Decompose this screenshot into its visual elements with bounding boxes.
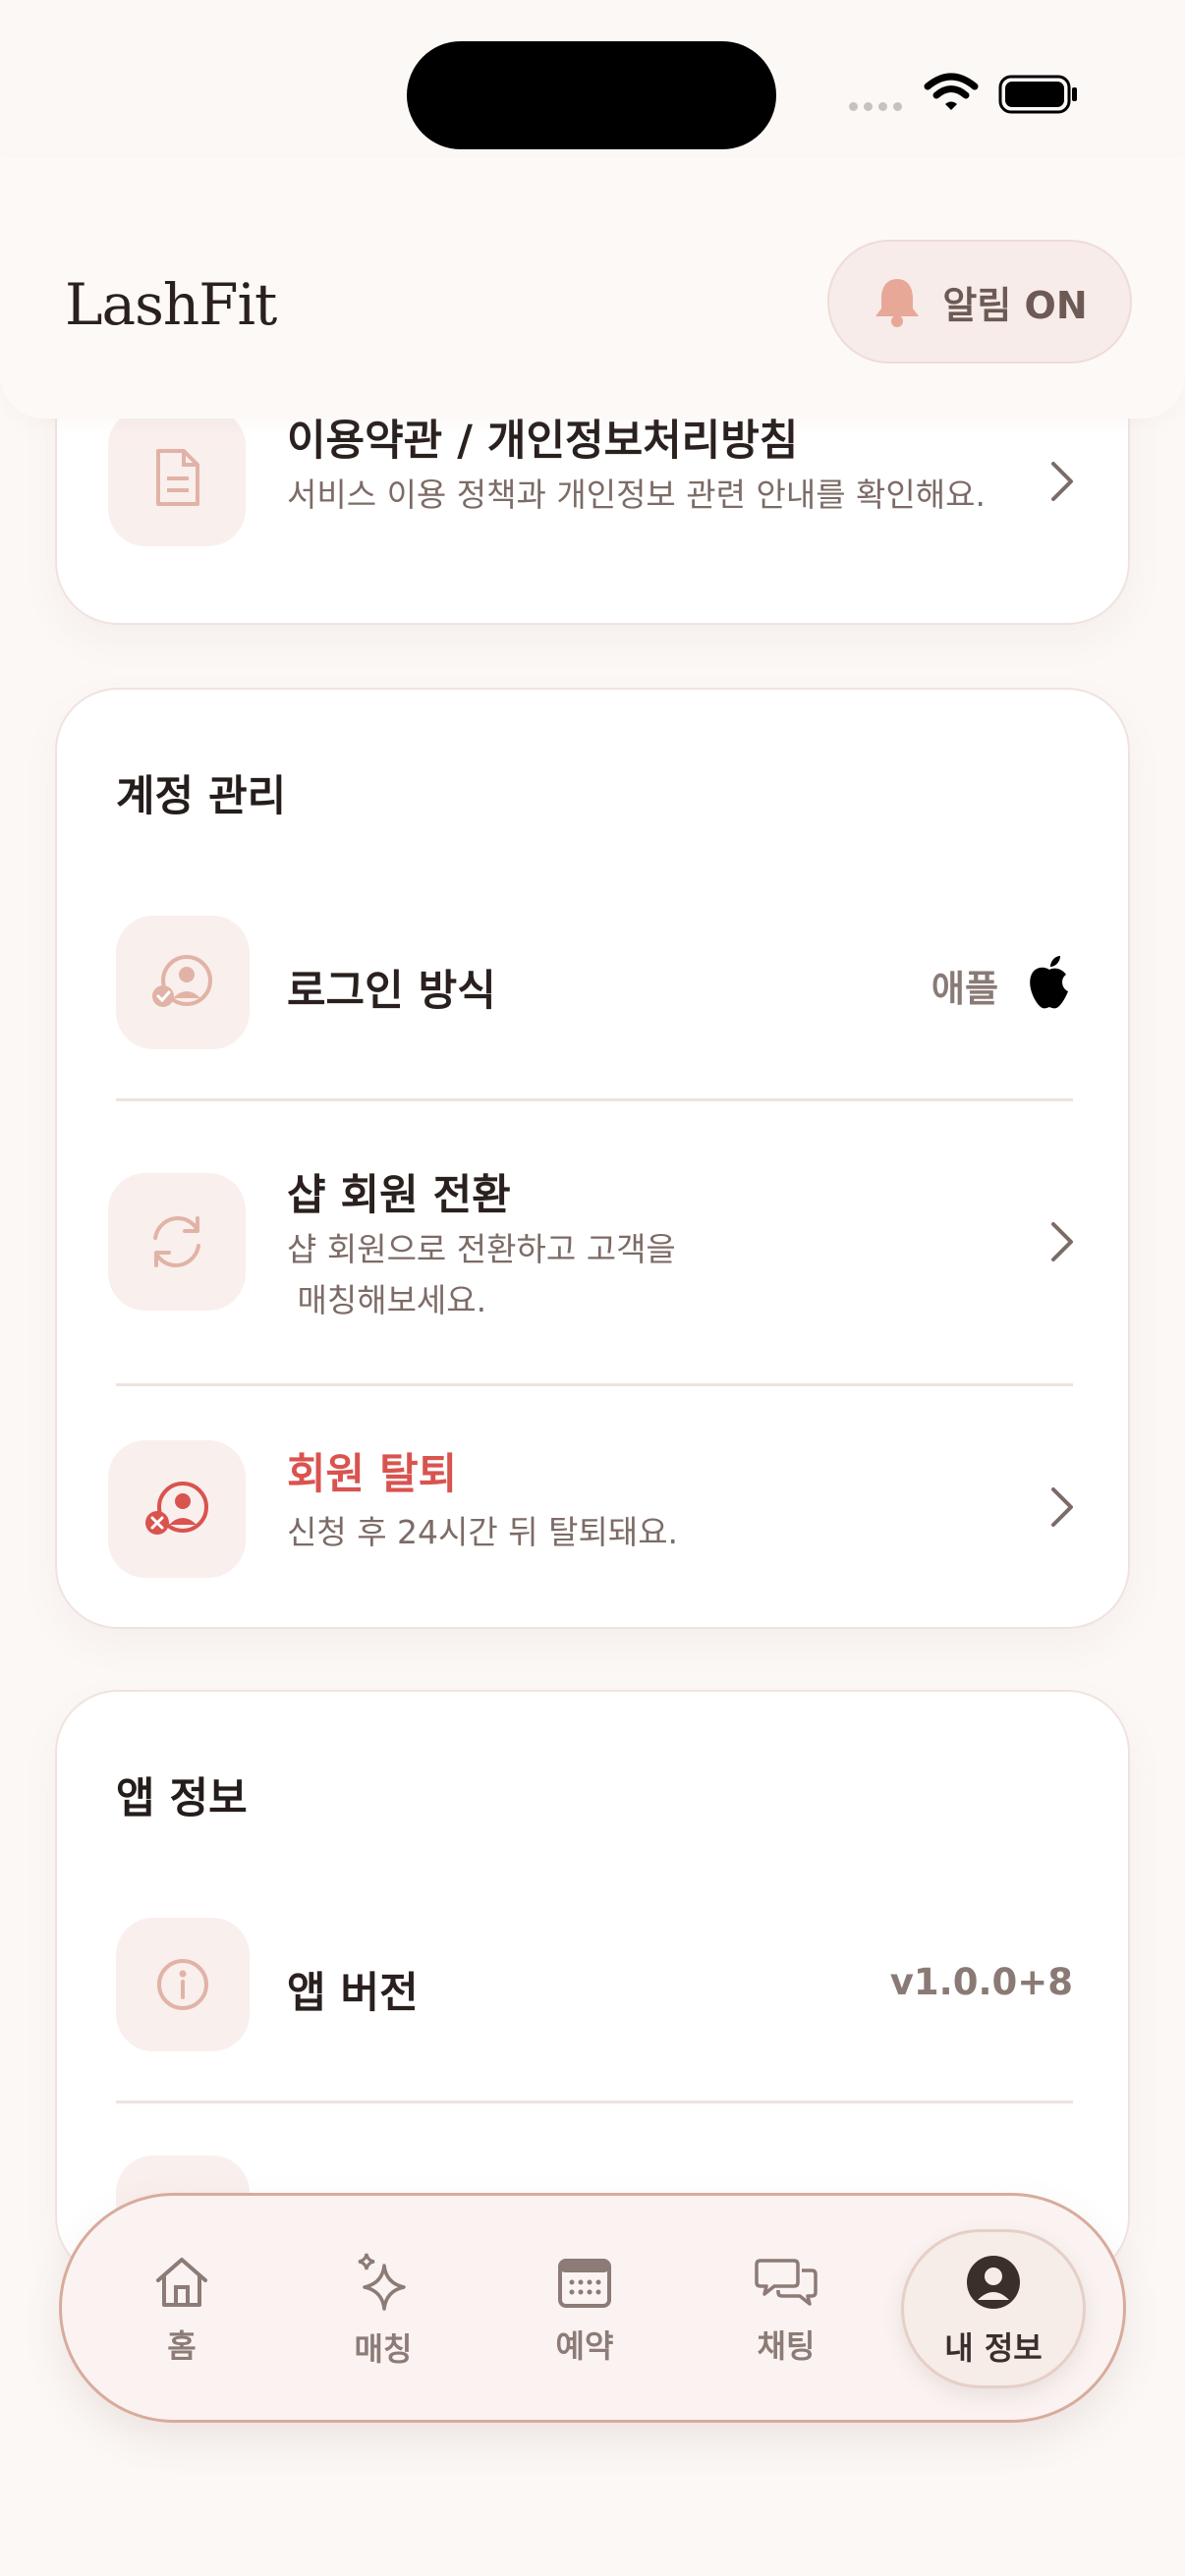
nav-tab-reservation[interactable]: 예약 (496, 2196, 673, 2426)
chevron-right-icon (1051, 462, 1073, 501)
cellular-signal-icon (849, 102, 902, 111)
divider (116, 2100, 1073, 2103)
apple-logo-icon (1030, 956, 1068, 1009)
convert-icon-box (108, 1173, 246, 1311)
app-version-value: v1.0.0+8 (889, 1961, 1073, 2003)
chevron-right-icon (1051, 1487, 1073, 1527)
refresh-icon (153, 1215, 200, 1268)
app-version-title: 앱 버전 (287, 1969, 419, 2018)
account-management-card: 계정 관리 로그인 방식 애플 샵 회원 전환 샵 회원으로 전환하고 고객을 … (55, 688, 1130, 1629)
policy-desc: 서비스 이용 정책과 개인정보 관련 안내를 확인해요. (287, 476, 986, 514)
bottom-navigation: 홈 매칭 예약 채팅 내 정보 (59, 2193, 1126, 2423)
nav-tab-chat-label: 채팅 (757, 2327, 816, 2365)
withdraw-desc: 신청 후 24시간 뒤 탈퇴돼요. (287, 1513, 679, 1551)
nav-tab-home[interactable]: 홈 (93, 2196, 270, 2426)
dynamic-island (407, 41, 776, 149)
document-icon (156, 449, 199, 506)
user-remove-icon (145, 1482, 208, 1535)
sparkle-icon (358, 2253, 406, 2311)
status-bar (0, 0, 1185, 157)
login-icon-box (116, 916, 250, 1049)
app-logo: LashFit (65, 271, 277, 338)
shop-member-convert-row[interactable]: 샵 회원 전환 샵 회원으로 전환하고 고객을 매칭해보세요. (57, 1102, 1132, 1383)
nav-tab-my-info-label: 내 정보 (944, 2329, 1043, 2367)
app-info-section-title: 앱 정보 (116, 1774, 248, 1823)
app-header: LashFit 알림 ON (0, 157, 1185, 419)
nav-tab-chat[interactable]: 채팅 (698, 2196, 875, 2426)
shop-member-convert-title: 샵 회원 전환 (287, 1171, 511, 1220)
nav-tab-reservation-label: 예약 (555, 2327, 614, 2365)
info-icon (157, 1959, 208, 2010)
login-method-value: 애플 (931, 968, 998, 1010)
withdraw-row[interactable]: 회원 탈퇴 신청 후 24시간 뒤 탈퇴돼요. (57, 1387, 1132, 1629)
chevron-right-icon (1051, 1222, 1073, 1261)
withdraw-icon-box (108, 1440, 246, 1578)
nav-tab-matching[interactable]: 매칭 (295, 2196, 472, 2426)
nav-tab-home-label: 홈 (167, 2327, 197, 2365)
shop-member-convert-desc-2: 매칭해보세요. (287, 1281, 487, 1319)
login-method-row: 로그인 방식 애플 (57, 914, 1132, 1051)
bell-icon (875, 279, 920, 327)
notification-toggle-label: 알림 ON (942, 283, 1088, 327)
notification-toggle-button[interactable]: 알림 ON (827, 240, 1132, 364)
battery-icon (998, 75, 1077, 114)
profile-icon (967, 2256, 1020, 2309)
version-icon-box (116, 1918, 250, 2051)
app-version-row: 앱 버전 v1.0.0+8 (57, 1916, 1132, 2053)
nav-tab-my-info[interactable]: 내 정보 (905, 2196, 1082, 2426)
login-method-title: 로그인 방식 (287, 967, 496, 1016)
calendar-icon (558, 2259, 611, 2308)
withdraw-title: 회원 탈퇴 (287, 1450, 458, 1499)
divider (116, 1098, 1073, 1101)
nav-tab-matching-label: 매칭 (354, 2330, 413, 2368)
account-section-title: 계정 관리 (116, 772, 287, 821)
user-check-icon (152, 955, 212, 1007)
home-icon (156, 2258, 207, 2307)
divider (116, 1383, 1073, 1386)
wifi-icon (924, 73, 979, 110)
shop-member-convert-desc-1: 샵 회원으로 전환하고 고객을 (287, 1230, 676, 1268)
chat-icon (755, 2259, 818, 2306)
policy-icon-box (108, 409, 246, 546)
app-info-card: 앱 정보 앱 버전 v1.0.0+8 (55, 1690, 1132, 2289)
